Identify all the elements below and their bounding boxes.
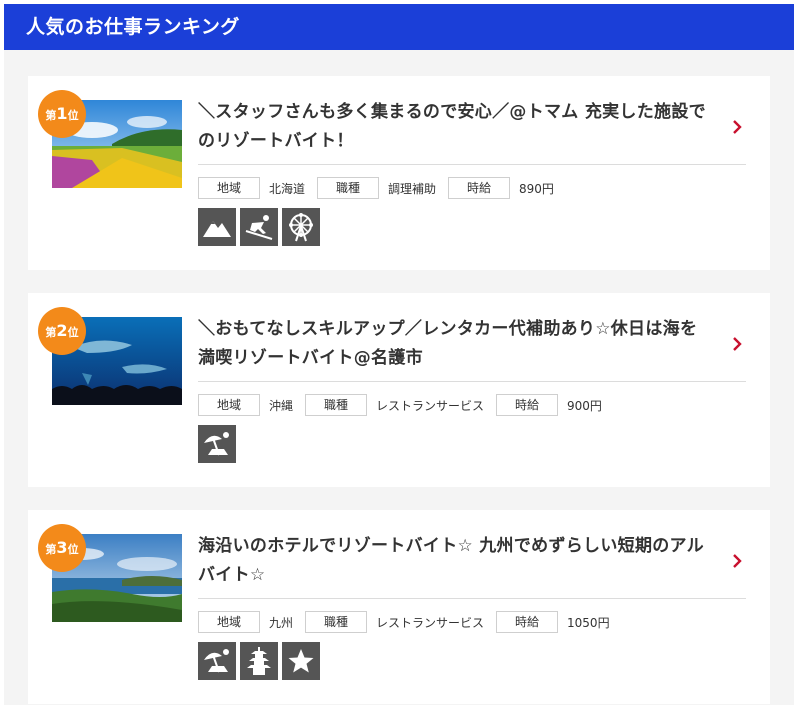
rank-suffix: 位 — [67, 543, 79, 556]
job-meta: 地域 九州 職種 レストランサービス 時給 1050円 — [198, 611, 622, 633]
feature-icons — [198, 425, 240, 463]
mountain-icon — [198, 208, 236, 246]
job-title-line2: 満喫リゾートバイト@名護市 — [198, 348, 423, 368]
area-label: 地域 — [198, 611, 260, 633]
ranking-panel: 第1位 ＼スタッフさんも多く集まるので安心／@トマム 充実した施設で のリゾート… — [4, 50, 794, 705]
chevron-right-icon[interactable] — [730, 335, 744, 353]
rank-prefix: 第 — [45, 543, 57, 556]
chevron-right-icon[interactable] — [730, 552, 744, 570]
area-label: 地域 — [198, 394, 260, 416]
rank-number: 3 — [56, 538, 68, 557]
wage-label: 時給 — [496, 611, 559, 633]
rank-badge: 第3位 — [38, 524, 86, 572]
rank-number: 1 — [56, 104, 68, 123]
job-title[interactable]: ＼スタッフさんも多く集まるので安心／@トマム 充実した施設で のリゾートバイト！ — [198, 98, 726, 156]
feature-icons — [198, 642, 324, 680]
rank-number: 2 — [56, 321, 68, 340]
beach-parasol-icon — [198, 642, 236, 680]
job-card-2[interactable]: 第2位 ＼おもてなしスキルアップ／レンタカー代補助あり☆休日は海を 満喫リゾート… — [28, 293, 770, 487]
job-type-value: レストランサービス — [376, 398, 485, 413]
wage-label: 時給 — [448, 177, 511, 199]
job-type-label: 職種 — [305, 394, 368, 416]
area-label: 地域 — [198, 177, 260, 199]
rank-badge: 第2位 — [38, 307, 86, 355]
job-title-line1: 海沿いのホテルでリゾートバイト☆ 九州でめずらしい短期のアル — [198, 536, 704, 556]
divider — [198, 598, 746, 599]
job-title-line2: のリゾートバイト！ — [198, 131, 354, 151]
job-title-line1: ＼スタッフさんも多く集まるので安心／@トマム 充実した施設で — [198, 102, 706, 122]
area-value: 北海道 — [269, 181, 306, 196]
job-title[interactable]: ＼おもてなしスキルアップ／レンタカー代補助あり☆休日は海を 満喫リゾートバイト@… — [198, 315, 726, 373]
rank-suffix: 位 — [67, 109, 79, 122]
area-value: 九州 — [269, 615, 294, 630]
divider — [198, 164, 746, 165]
rank-prefix: 第 — [45, 109, 57, 122]
rank-prefix: 第 — [45, 326, 57, 339]
wage-value: 1050円 — [567, 615, 610, 630]
pagoda-icon — [240, 642, 278, 680]
page-header: 人気のお仕事ランキング — [4, 4, 794, 50]
feature-icons — [198, 208, 324, 246]
wage-value: 900円 — [567, 398, 602, 413]
job-meta: 地域 沖縄 職種 レストランサービス 時給 900円 — [198, 394, 614, 416]
job-title-line2: バイト☆ — [198, 565, 266, 585]
job-meta: 地域 北海道 職種 調理補助 時給 890円 — [198, 177, 566, 199]
page-title: 人気のお仕事ランキング — [26, 16, 240, 38]
job-card-3[interactable]: 第3位 海沿いのホテルでリゾートバイト☆ 九州でめずらしい短期のアル バイト☆ … — [28, 510, 770, 704]
job-type-label: 職種 — [305, 611, 368, 633]
wage-value: 890円 — [519, 181, 554, 196]
area-value: 沖縄 — [269, 398, 294, 413]
star-icon — [282, 642, 320, 680]
rank-suffix: 位 — [67, 326, 79, 339]
beach-parasol-icon — [198, 425, 236, 463]
rank-badge: 第1位 — [38, 90, 86, 138]
job-card-1[interactable]: 第1位 ＼スタッフさんも多く集まるので安心／@トマム 充実した施設で のリゾート… — [28, 76, 770, 270]
divider — [198, 381, 746, 382]
job-type-value: 調理補助 — [388, 181, 437, 196]
job-type-value: レストランサービス — [376, 615, 485, 630]
wage-label: 時給 — [496, 394, 559, 416]
job-title-line1: ＼おもてなしスキルアップ／レンタカー代補助あり☆休日は海を — [198, 319, 698, 339]
ferris-wheel-icon — [282, 208, 320, 246]
ski-icon — [240, 208, 278, 246]
job-title[interactable]: 海沿いのホテルでリゾートバイト☆ 九州でめずらしい短期のアル バイト☆ — [198, 532, 726, 590]
chevron-right-icon[interactable] — [730, 118, 744, 136]
job-type-label: 職種 — [317, 177, 380, 199]
